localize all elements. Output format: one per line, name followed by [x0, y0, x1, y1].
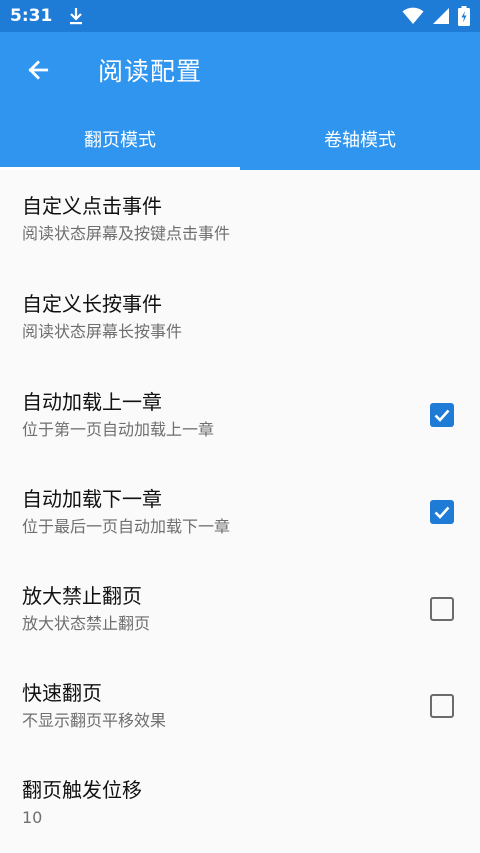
setting-title: 自定义长按事件 [22, 292, 162, 316]
setting-title: 自定义点击事件 [22, 193, 162, 218]
setting-auto-load-previous[interactable]: 自动加载上一章 位于第一页自动加载上一章 [0, 367, 480, 463]
check-icon [434, 506, 450, 519]
check-icon [434, 409, 450, 422]
setting-value: 10 [22, 808, 43, 827]
checkbox-auto-load-next[interactable] [430, 499, 454, 524]
setting-custom-long-press[interactable]: 自定义长按事件 阅读状态屏幕长按事件 [0, 267, 480, 367]
setting-auto-load-next[interactable]: 自动加载下一章 位于最后一页自动加载下一章 [0, 463, 480, 560]
setting-subtitle: 阅读状态屏幕及按键点击事件 [22, 223, 231, 243]
settings-list: 自定义点击事件 阅读状态屏幕及按键点击事件 自定义长按事件 阅读状态屏幕长按事件… [0, 170, 480, 852]
setting-subtitle: 位于最后一页自动加载下一章 [22, 516, 231, 536]
setting-subtitle: 阅读状态屏幕长按事件 [22, 322, 183, 341]
setting-title: 快速翻页 [22, 680, 102, 705]
wifi-icon [402, 7, 424, 24]
signal-icon [433, 8, 449, 24]
setting-title: 自动加载上一章 [22, 390, 162, 414]
status-bar: 5:31 [0, 0, 480, 32]
setting-disable-turn-when-zoomed[interactable]: 放大禁止翻页 放大状态禁止翻页 [0, 560, 480, 657]
status-time: 5:31 [10, 6, 53, 26]
tab-page-turn-mode[interactable]: 翻页模式 [0, 107, 240, 170]
app-bar: 阅读配置 [0, 32, 480, 107]
arrow-left-icon [28, 59, 49, 80]
setting-subtitle: 位于第一页自动加载上一章 [22, 420, 215, 439]
download-icon [70, 8, 83, 25]
battery-icon [458, 6, 470, 26]
tab-scroll-mode[interactable]: 卷轴模式 [240, 107, 480, 170]
setting-subtitle: 不显示翻页平移效果 [22, 710, 167, 730]
page-title: 阅读配置 [98, 56, 203, 86]
back-button[interactable] [24, 56, 52, 84]
setting-fast-page-turn[interactable]: 快速翻页 不显示翻页平移效果 [0, 657, 480, 754]
tab-bar: 翻页模式 卷轴模式 [0, 107, 480, 170]
checkbox-fast-page-turn[interactable] [430, 693, 454, 718]
setting-title: 放大禁止翻页 [22, 583, 142, 608]
tab-label: 翻页模式 [84, 129, 156, 151]
setting-title: 自动加载下一章 [22, 486, 162, 511]
setting-custom-click[interactable]: 自定义点击事件 阅读状态屏幕及按键点击事件 [0, 170, 480, 267]
setting-subtitle: 放大状态禁止翻页 [22, 613, 151, 633]
setting-title: 翻页触发位移 [22, 778, 142, 802]
tab-label: 卷轴模式 [324, 129, 396, 151]
setting-page-turn-threshold[interactable]: 翻页触发位移 10 [0, 754, 480, 852]
checkbox-disable-turn-when-zoomed[interactable] [430, 596, 454, 621]
checkbox-auto-load-previous[interactable] [430, 403, 454, 427]
